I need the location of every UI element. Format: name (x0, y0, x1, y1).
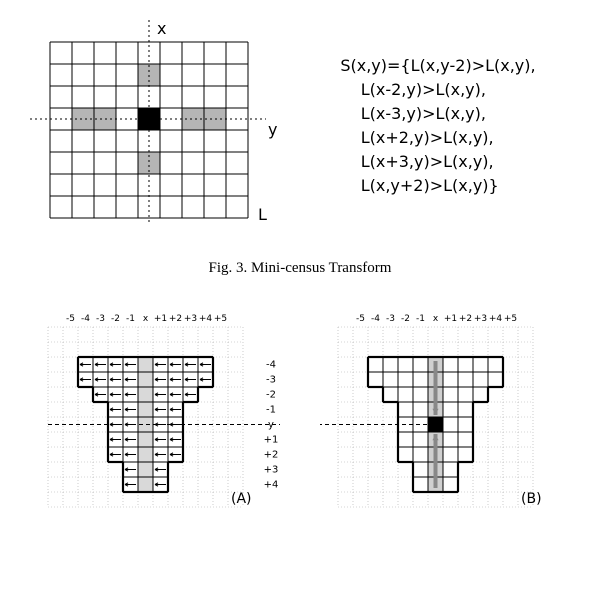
svg-text:x: x (157, 20, 166, 38)
svg-text:-3: -3 (266, 375, 276, 386)
svg-text:+5: +5 (214, 314, 227, 324)
formula-line: L(x-3,y)>L(x,y), (320, 104, 486, 123)
svg-text:-5: -5 (356, 314, 365, 324)
svg-text:-4: -4 (81, 314, 90, 324)
shape-a-svg: -5-4-3-2-1x+1+2+3+4+5-4-3-2-1y+1+2+3+4(A… (30, 299, 280, 519)
svg-text:x: x (433, 314, 439, 324)
svg-text:-3: -3 (96, 314, 105, 324)
svg-text:+4: +4 (264, 480, 279, 491)
svg-text:+2: +2 (459, 314, 472, 324)
svg-text:-5: -5 (66, 314, 75, 324)
svg-text:(A): (A) (231, 491, 252, 507)
svg-text:+1: +1 (444, 314, 457, 324)
svg-text:y: y (268, 420, 274, 431)
svg-text:-1: -1 (126, 314, 135, 324)
svg-text:-4: -4 (266, 360, 276, 371)
shape-b-svg: -5 -4 -3 -2 -1 x +1+2+3+4+5 (B) (320, 299, 570, 519)
shape-diagram-b: -5 -4 -3 -2 -1 x +1+2+3+4+5 (B) (320, 299, 570, 519)
svg-text:-2: -2 (266, 390, 276, 401)
svg-text:-1: -1 (266, 405, 276, 416)
grid-svg: x y L (30, 20, 280, 240)
svg-text:(B): (B) (521, 491, 542, 507)
svg-text:y: y (268, 120, 277, 139)
svg-text:+3: +3 (184, 314, 197, 324)
svg-text:+2: +2 (169, 314, 182, 324)
formula-line: L(x+3,y)>L(x,y), (320, 152, 494, 171)
mini-census-grid: x y L (30, 20, 280, 240)
svg-text:+4: +4 (489, 314, 503, 324)
svg-text:+1: +1 (154, 314, 167, 324)
svg-text:-2: -2 (111, 314, 120, 324)
formula-line: L(x+2,y)>L(x,y), (320, 128, 494, 147)
formula-block: S(x,y)={L(x,y-2)>L(x,y), L(x-2,y)>L(x,y)… (320, 30, 536, 222)
svg-text:-2: -2 (401, 314, 410, 324)
shape-diagram-a: -5-4-3-2-1x+1+2+3+4+5-4-3-2-1y+1+2+3+4(A… (30, 299, 280, 519)
svg-text:L: L (258, 205, 267, 224)
svg-text:+4: +4 (199, 314, 213, 324)
svg-text:+3: +3 (474, 314, 487, 324)
svg-text:+2: +2 (264, 450, 279, 461)
svg-text:-1: -1 (416, 314, 425, 324)
formula-line: L(x,y+2)>L(x,y)} (320, 176, 499, 195)
svg-text:+3: +3 (264, 465, 279, 476)
svg-text:+5: +5 (504, 314, 517, 324)
svg-text:x: x (143, 314, 149, 324)
svg-text:-4: -4 (371, 314, 380, 324)
svg-text:+1: +1 (264, 435, 279, 446)
formula-line: S(x,y)={L(x,y-2)>L(x,y), (340, 56, 535, 75)
formula-line: L(x-2,y)>L(x,y), (320, 80, 486, 99)
svg-text:-3: -3 (386, 314, 395, 324)
figure-caption: Fig. 3. Mini-census Transform (30, 260, 570, 277)
